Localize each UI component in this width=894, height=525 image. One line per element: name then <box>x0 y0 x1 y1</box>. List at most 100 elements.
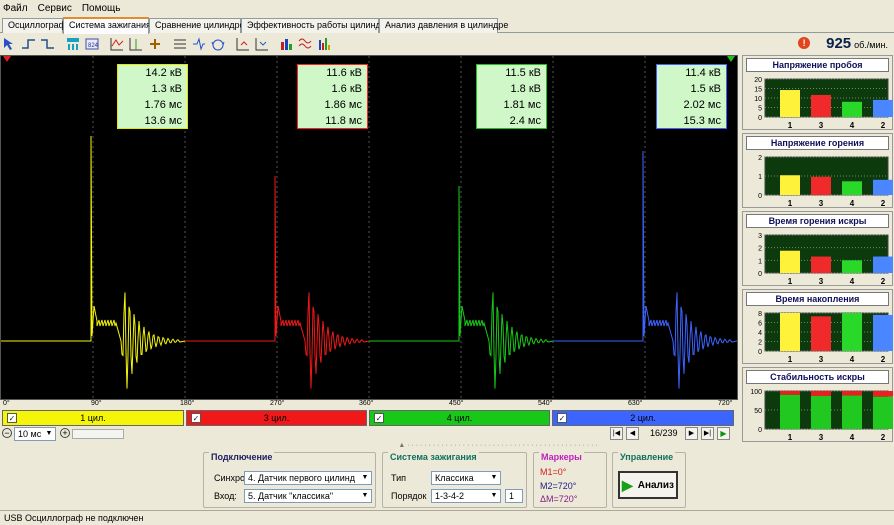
chart-title: Напряжение горения <box>746 136 889 150</box>
network-icon[interactable] <box>65 36 81 52</box>
marker-m1: M1=0° <box>540 467 567 477</box>
bar-chart: 3 2 1 0 1 3 4 2 <box>758 233 893 286</box>
bar-chart: 2 1 0 1 3 4 2 <box>758 155 893 208</box>
axis-tick-label: 540° <box>538 400 553 407</box>
readout-line: 11.6 кВ <box>326 67 362 79</box>
order-stepper[interactable]: 1 <box>505 489 523 503</box>
rpm-value: 925 <box>826 34 852 52</box>
readout-line: 13.6 мс <box>144 115 182 127</box>
prev-page-icon[interactable]: ◀ <box>626 427 639 440</box>
trigger-rise-icon[interactable] <box>21 36 37 52</box>
axis-tick-label: 450° <box>449 400 464 407</box>
y-tick-label: 10 <box>754 96 762 103</box>
readout-line: 1.86 мс <box>324 99 362 111</box>
play-icon[interactable]: ▶ <box>717 427 730 440</box>
menu-bar: Файл Сервис Помощь <box>0 0 894 17</box>
readout-line: 2.02 мс <box>683 99 721 111</box>
waveform-canvas <box>1 56 737 399</box>
menu-service[interactable]: Сервис <box>38 3 72 14</box>
cylinder-toggle-4[interactable]: ✓ 4 цил. <box>369 410 550 426</box>
y-tick-label: 5 <box>758 106 762 113</box>
readout-line: 11.5 кВ <box>505 67 541 79</box>
bar <box>842 101 862 117</box>
trigger-fall-icon[interactable] <box>40 36 56 52</box>
bar <box>780 90 800 117</box>
horizontal-scrollbar[interactable] <box>72 429 124 439</box>
zoom-minus-icon[interactable]: − <box>2 428 12 438</box>
tab-bar: Осциллограф Система зажигания Сравнение … <box>0 17 894 34</box>
timebase-select[interactable]: 10 мс ▼ <box>14 427 56 441</box>
menu-file[interactable]: Файл <box>3 3 28 14</box>
sync-select[interactable]: 4. Датчик первого цилинд ▼ <box>244 471 372 485</box>
axis-tick-label: 180° <box>180 400 195 407</box>
first-page-icon[interactable]: |◀ <box>610 427 623 440</box>
readout-line: 11.4 кВ <box>685 67 721 79</box>
x-tick-label: 3 <box>819 355 824 364</box>
checkbox-icon[interactable]: ✓ <box>374 413 384 423</box>
zoom-out-icon[interactable] <box>254 36 270 52</box>
next-page-icon[interactable]: ▶ <box>685 427 698 440</box>
chart-spark-time: Время горения искры 3 2 1 0 1 3 4 2 <box>742 211 893 286</box>
input-label: Вход: <box>214 491 237 501</box>
warning-icon[interactable]: ! <box>798 37 811 49</box>
rpm-unit: об./мин. <box>854 39 888 50</box>
analyze-label: Анализ <box>637 479 675 491</box>
input-select[interactable]: 5. Датчик "классика" ▼ <box>244 489 372 503</box>
chevron-down-icon: ▼ <box>43 428 55 440</box>
last-page-icon[interactable]: ▶| <box>701 427 714 440</box>
checkbox-icon[interactable]: ✓ <box>191 413 201 423</box>
zoom-plus-icon[interactable]: + <box>60 428 70 438</box>
x-tick-label: 2 <box>881 433 886 442</box>
oscilloscope-plot[interactable]: 14.2 кВ 1.3 кВ 1.76 мс 13.6 мс 11.6 кВ 1… <box>0 55 738 400</box>
bar-top <box>842 391 862 396</box>
export-icon[interactable]: 824 <box>84 36 100 52</box>
histogram-icon[interactable] <box>317 36 333 52</box>
grid-icon[interactable] <box>172 36 188 52</box>
bar <box>842 395 862 429</box>
bar <box>873 99 893 117</box>
sync-label: Синхро: <box>214 473 248 483</box>
chart-title: Стабильность искры <box>746 370 889 384</box>
bar <box>873 179 893 195</box>
chevron-down-icon: ▼ <box>488 472 500 484</box>
type-select[interactable]: Классика ▼ <box>431 471 501 485</box>
control-title: Управление <box>618 452 676 462</box>
cylinder-toggle-3[interactable]: ✓ 3 цил. <box>186 410 367 426</box>
cylinder-toggle-1[interactable]: ✓ 1 цил. <box>2 410 184 426</box>
markers-title: Маркеры <box>539 452 584 462</box>
cylinder-toggle-2[interactable]: ✓ 2 цил. <box>552 410 734 426</box>
analyze-button[interactable]: ▶ Анализ <box>618 471 678 499</box>
invert-icon[interactable] <box>191 36 207 52</box>
bar <box>780 394 800 429</box>
marker-icon[interactable] <box>128 36 144 52</box>
axis-tick-label: 90° <box>91 400 102 407</box>
tab-pressure-analysis[interactable]: Анализ давления в цилиндре <box>379 18 508 33</box>
tab-ignition-system[interactable]: Система зажигания <box>63 17 151 34</box>
x-tick-label: 1 <box>788 277 793 286</box>
cursor-chart-icon[interactable] <box>109 36 125 52</box>
cursor-tool-icon[interactable] <box>2 36 18 52</box>
measure-icon[interactable] <box>147 36 163 52</box>
bar <box>811 94 831 117</box>
checkbox-icon[interactable]: ✓ <box>557 413 567 423</box>
tab-cylinder-comparison[interactable]: Сравнение цилиндров <box>149 18 249 33</box>
bar-chart-icon[interactable] <box>279 36 295 52</box>
y-tick-label: 100 <box>750 389 762 396</box>
summary-panel: Напряжение пробоя 20 15 10 5 0 1 3 4 2 Напряжение… <box>741 55 894 442</box>
tab-oscilloscope[interactable]: Осциллограф <box>2 18 66 33</box>
y-tick-label: 4 <box>758 330 762 337</box>
bar <box>873 396 893 429</box>
type-label: Тип <box>391 473 407 483</box>
checkbox-icon[interactable]: ✓ <box>7 413 17 423</box>
tab-cylinder-efficiency[interactable]: Эффективность работы цилиндров <box>241 18 396 33</box>
cycle-icon[interactable] <box>210 36 226 52</box>
menu-help[interactable]: Помощь <box>82 3 121 14</box>
readout-line: 15.3 мс <box>683 115 721 127</box>
wave-chart-icon[interactable] <box>298 36 314 52</box>
order-select[interactable]: 1-3-4-2 ▼ <box>431 489 501 503</box>
readout-line: 1.81 мс <box>503 99 541 111</box>
x-tick-label: 4 <box>850 277 855 286</box>
zoom-in-icon[interactable] <box>235 36 251 52</box>
y-tick-label: 8 <box>758 311 762 318</box>
axis-tick-label: 270° <box>270 400 285 407</box>
